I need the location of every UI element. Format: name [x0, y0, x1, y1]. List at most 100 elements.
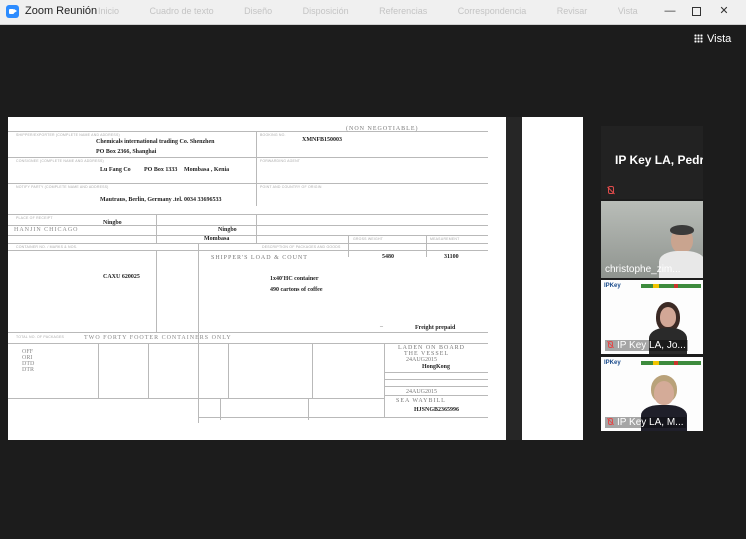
mic-muted-icon: [607, 341, 613, 349]
doc-line: [384, 386, 488, 387]
doc-line: [348, 235, 349, 257]
consignee-city: Mombasa , Kenia: [184, 167, 230, 173]
field-label: DESCRIPTION OF PACKAGES AND GOODS: [262, 245, 341, 249]
description-header: SHIPPER'S LOAD & COUNT: [211, 255, 308, 261]
doc-line: [426, 235, 427, 257]
field-label: FORWARDING AGENT: [260, 159, 301, 163]
doc-line: [308, 398, 309, 420]
goods-line-1: 1x40'HC container: [270, 276, 319, 282]
headset-icon: [670, 225, 694, 235]
doc-line: [198, 243, 199, 423]
doc-line: [8, 157, 488, 158]
doc-line: [8, 243, 488, 244]
grid-view-icon: [694, 34, 703, 43]
field-label: PLACE OF RECEIPT: [16, 216, 53, 220]
gross-weight: 5480: [382, 254, 394, 260]
doc-line: [156, 250, 157, 332]
doc-line: [8, 398, 384, 399]
doc-line: [98, 343, 99, 398]
doc-line: [8, 214, 488, 215]
participant-label: IP Key LA, M...: [605, 417, 686, 428]
participant-face: [654, 381, 674, 405]
issue-date: 24AUG2015: [406, 389, 437, 395]
flag-strip: [641, 284, 701, 288]
consignee-address: PO Box 1333: [144, 167, 178, 173]
doc-line: [156, 214, 157, 243]
measurement: 31100: [444, 254, 459, 260]
doc-line: [384, 372, 488, 373]
shared-screen[interactable]: SHIPPER/EXPORTER (COMPLETE NAME AND ADDR…: [8, 117, 583, 440]
ghost-menu-item: Diseño: [244, 6, 273, 16]
copies-list: OFF ORI DTD DTR: [22, 349, 34, 373]
ghost-menu-item: Correspondencia: [457, 6, 527, 16]
window-title: Zoom Reunión: [25, 5, 98, 17]
background-app-menu: Inicio Cuadro de texto Diseño Disposició…: [98, 6, 666, 16]
field-label: CONSIGNEE (COMPLETE NAME AND ADDRESS): [16, 159, 104, 163]
doc-line: [228, 343, 229, 398]
vessel-label: HANJIN CHICAGO: [14, 227, 79, 233]
minimize-button[interactable]: —: [662, 3, 678, 19]
doc-line: [148, 343, 149, 398]
doc-line: [198, 417, 488, 418]
participant-tile[interactable]: IP Key LA, Pedr...: [601, 126, 703, 199]
mic-muted-icon: [607, 418, 613, 426]
freight-terms: Freight prepaid: [415, 325, 456, 331]
doc-line: [220, 398, 221, 420]
shipper-address: PO Box 2366, Shanghai: [96, 149, 157, 155]
port-of-discharge: Mombasa: [204, 236, 230, 242]
doc-line: [8, 235, 488, 236]
doc-line: [384, 343, 385, 417]
view-button[interactable]: Vista: [694, 33, 731, 45]
participant-tile[interactable]: IPKey IP Key LA, M...: [601, 357, 703, 431]
bl-number: HJSNGB2365996: [414, 407, 460, 413]
mic-muted-icon: [606, 186, 615, 195]
flag-strip: [641, 361, 701, 365]
document-margin: [506, 117, 522, 440]
copy-label: DTR: [22, 367, 34, 373]
maximize-icon: [692, 7, 701, 16]
goods-line-2: 490 cartons of coffee: [270, 287, 323, 293]
field-label: NOTIFY PARTY (COMPLETE NAME AND ADDRESS): [16, 185, 109, 189]
ghost-menu-item: Revisar: [556, 6, 588, 16]
participant-tile[interactable]: IPKey IP Key LA, Jo...: [601, 280, 703, 354]
containers-in-words: TWO FORTY FOOTER CONTAINERS ONLY: [84, 335, 232, 341]
zoom-app-icon: [6, 5, 19, 18]
notify-party: Mautraus, Berlin, Germany .tel. 0034 336…: [100, 197, 222, 203]
field-label: TOTAL NO. OF PACKAGES: [16, 335, 65, 339]
ghost-menu-item: Disposición: [302, 6, 349, 16]
port-of-loading: Ningbo: [218, 227, 237, 233]
sea-waybill: SEA WAYBILL: [396, 398, 446, 404]
participant-tile-active-speaker[interactable]: christophe_zim...: [601, 201, 703, 278]
doc-line: [256, 214, 257, 243]
doc-line: [8, 332, 488, 333]
participant-name: IP Key LA, M...: [617, 417, 684, 428]
booking-number: XMNFB150003: [302, 137, 342, 143]
doc-header: (NON NEGOTIABLE): [346, 126, 419, 132]
field-label: GROSS WEIGHT: [353, 237, 384, 241]
doc-dash: –: [380, 324, 383, 330]
ghost-menu-item: Inicio: [98, 6, 120, 16]
ghost-menu-item: Referencias: [379, 6, 428, 16]
doc-line: [256, 131, 257, 206]
doc-line: [8, 183, 488, 184]
field-label: MEASUREMENT: [430, 237, 460, 241]
ghost-menu-item: Cuadro de texto: [149, 6, 214, 16]
ip-key-logo: IPKey: [604, 283, 621, 289]
laden-date: 24AUG2015: [406, 357, 437, 363]
doc-line: [8, 250, 488, 251]
field-label: BOOKING NO.: [260, 133, 286, 137]
close-button[interactable]: ✕: [716, 3, 732, 19]
participant-label: IP Key LA, Jo...: [605, 340, 688, 351]
field-label: CONTAINER NO. / MARKS & NOS.: [16, 245, 78, 249]
shipper-name: Chemicals international trading Co. Shen…: [96, 139, 215, 145]
consignee-name: Lu Fang Co: [100, 167, 131, 173]
participant-name: IP Key LA, Pedr...: [615, 153, 703, 167]
field-label: SHIPPER/EXPORTER (COMPLETE NAME AND ADDR…: [16, 133, 120, 137]
doc-line: [8, 225, 488, 226]
maximize-button[interactable]: [688, 3, 704, 19]
window-titlebar: Zoom Reunión Inicio Cuadro de texto Dise…: [0, 0, 746, 25]
doc-line: [312, 343, 313, 398]
doc-line: [8, 343, 488, 344]
container-number: CAXU 620025: [103, 274, 140, 280]
ghost-menu-item: Vista: [617, 6, 638, 16]
